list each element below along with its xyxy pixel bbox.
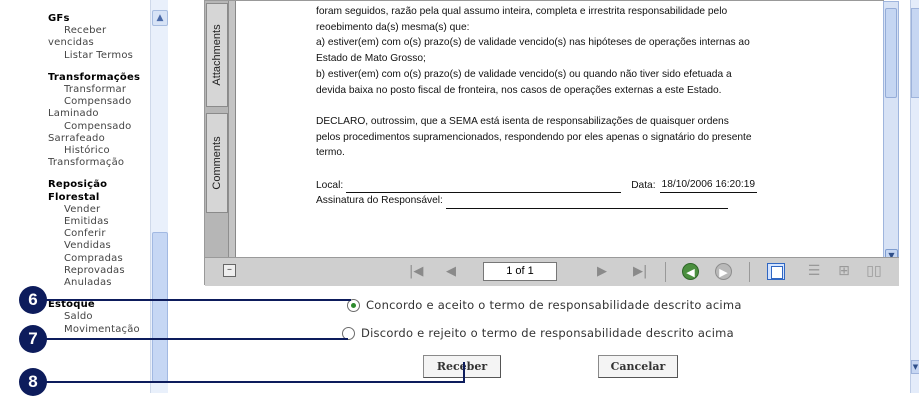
nav-list: GFs Receber vencidas Listar Termos Trans… (48, 2, 150, 393)
single-page-view-icon[interactable] (767, 263, 785, 280)
next-page-icon[interactable]: ▶ (597, 264, 607, 280)
signature-blank (445, 198, 728, 210)
page-scroll-thumb[interactable] (911, 8, 919, 98)
document-scroll-thumb[interactable] (885, 8, 897, 98)
date-label: Data: (631, 179, 656, 191)
date-value: 18/10/2006 16:20:19 (659, 177, 758, 194)
signature-line: Assinatura do Responsável: (316, 193, 836, 210)
nav-item-reprovadas[interactable]: Reprovadas (48, 265, 150, 277)
scroll-up-icon[interactable]: ▲ (152, 10, 168, 26)
nav-item-anuladas[interactable]: Anuladas (48, 277, 150, 289)
disagree-option[interactable]: Discordo e rejeito o termo de responsabi… (342, 326, 734, 340)
last-page-icon[interactable]: ▶| (633, 264, 647, 280)
nav-heading-estoque: Estoque (48, 299, 95, 311)
nav-item-saldo[interactable]: Saldo (48, 311, 150, 323)
nav-scroll-thumb[interactable] (152, 232, 168, 382)
nav-item-listar-termos[interactable]: Listar Termos (48, 50, 150, 62)
callout-7-line (46, 338, 348, 340)
doc-line: pelos procedimentos supramencionados, re… (316, 131, 752, 143)
nav-item-movimentacao[interactable]: Movimentação (48, 324, 150, 336)
previous-page-icon[interactable]: ◀ (446, 264, 456, 280)
receber-button[interactable]: Receber (423, 355, 501, 378)
signature-label: Assinatura do Responsável: (316, 195, 443, 207)
document-text: foram seguidos, razão pela qual assumo i… (316, 4, 836, 210)
local-label: Local: (316, 179, 344, 191)
nav-heading-reposicao: Reposição Florestal (48, 179, 108, 203)
agree-label: Concordo e aceito o termo de responsabil… (366, 298, 742, 312)
local-date-line: Local: Data: 18/10/2006 16:20:19 (316, 177, 836, 194)
continuous-facing-view-icon[interactable]: ▯▯ (865, 263, 883, 280)
nav-item-transformacao[interactable]: Transformação (48, 157, 150, 169)
local-blank (346, 182, 622, 194)
nav-item-vender[interactable]: Vender (48, 204, 150, 216)
nav-scrollbar[interactable]: ▲ (150, 0, 168, 393)
doc-line: b) estiver(em) com o(s) prazo(s) de vali… (316, 68, 732, 80)
nav-item-compensado-sarrafeado[interactable]: Compensado (48, 121, 150, 133)
pdf-viewer: Attachments Comments foram seguidos, raz… (204, 0, 899, 286)
agree-option[interactable]: Concordo e aceito o termo de responsabil… (347, 298, 742, 312)
nav-item-receber[interactable]: Receber (48, 25, 150, 37)
doc-line: foram seguidos, razão pela qual assumo i… (316, 6, 728, 17)
tab-attachments-label: Attachments (211, 24, 223, 86)
doc-line: a) estiver(em) com o(s) prazo(s) de vali… (316, 37, 750, 49)
doc-line: reoebimento da(s) mesma(s) que: (316, 21, 470, 33)
page-scrollbar[interactable]: ▼ (910, 0, 919, 393)
callout-6-line (46, 299, 351, 301)
collapse-panel-icon[interactable]: – (223, 264, 236, 277)
nav-item-compradas[interactable]: Compradas (48, 253, 150, 265)
go-back-icon[interactable]: ◀ (682, 263, 699, 280)
first-page-icon[interactable]: |◀ (409, 264, 423, 280)
doc-line: DECLARO, outrossim, que a SEMA está isen… (316, 115, 729, 127)
callout-8-line (46, 381, 464, 383)
main-area: Attachments Comments foram seguidos, raz… (168, 0, 919, 393)
nav-item-laminado[interactable]: Laminado (48, 108, 150, 120)
nav-heading-gfs: GFs (48, 13, 70, 24)
nav-item-compensado-laminado[interactable]: Compensado (48, 96, 150, 108)
nav-item-transformar[interactable]: Transformar (48, 84, 150, 96)
disagree-label: Discordo e rejeito o termo de responsabi… (361, 326, 734, 340)
callout-8-pointer (463, 362, 465, 383)
nav-heading-transformacoes: Transformações (48, 71, 141, 83)
cancelar-button[interactable]: Cancelar (598, 355, 678, 378)
viewer-toolbar: – |◀ ◀ 1 of 1 ▶ ▶| ◀ ▶ ☰ ⊞ ▯▯ (205, 257, 899, 286)
go-forward-icon[interactable]: ▶ (715, 263, 732, 280)
doc-line: Estado de Mato Grosso; (316, 53, 426, 65)
nav-item-vendidas[interactable]: Vendidas (48, 240, 150, 252)
doc-line: devida baixa no posto fiscal de fronteir… (316, 84, 722, 96)
tab-comments[interactable]: Comments (206, 113, 228, 213)
doc-line: termo. (316, 147, 345, 159)
toolbar-divider (749, 262, 750, 282)
continuous-view-icon[interactable]: ☰ (805, 263, 823, 280)
tab-comments-label: Comments (211, 136, 223, 190)
document-scrollbar[interactable]: ▼ (883, 1, 899, 269)
callout-7: 7 (19, 325, 47, 353)
chevron-down-icon[interactable]: ▼ (911, 360, 919, 374)
tab-attachments[interactable]: Attachments (206, 3, 228, 107)
document-page: foram seguidos, razão pela qual assumo i… (235, 1, 883, 257)
nav-item-historico[interactable]: Histórico (48, 145, 150, 157)
callout-8: 8 (19, 368, 47, 396)
nav-item-conferir[interactable]: Conferir (48, 228, 150, 240)
callout-6: 6 (19, 286, 47, 314)
toolbar-divider (665, 262, 666, 282)
nav-item-emitidas[interactable]: Emitidas (48, 216, 150, 228)
facing-view-icon[interactable]: ⊞ (835, 263, 853, 280)
nav-item-vencidas[interactable]: vencidas (48, 37, 150, 49)
page-number-field[interactable]: 1 of 1 (483, 262, 557, 281)
nav-item-sarrafeado[interactable]: Sarrafeado (48, 133, 150, 145)
viewer-side-tabs: Attachments Comments (205, 1, 229, 257)
